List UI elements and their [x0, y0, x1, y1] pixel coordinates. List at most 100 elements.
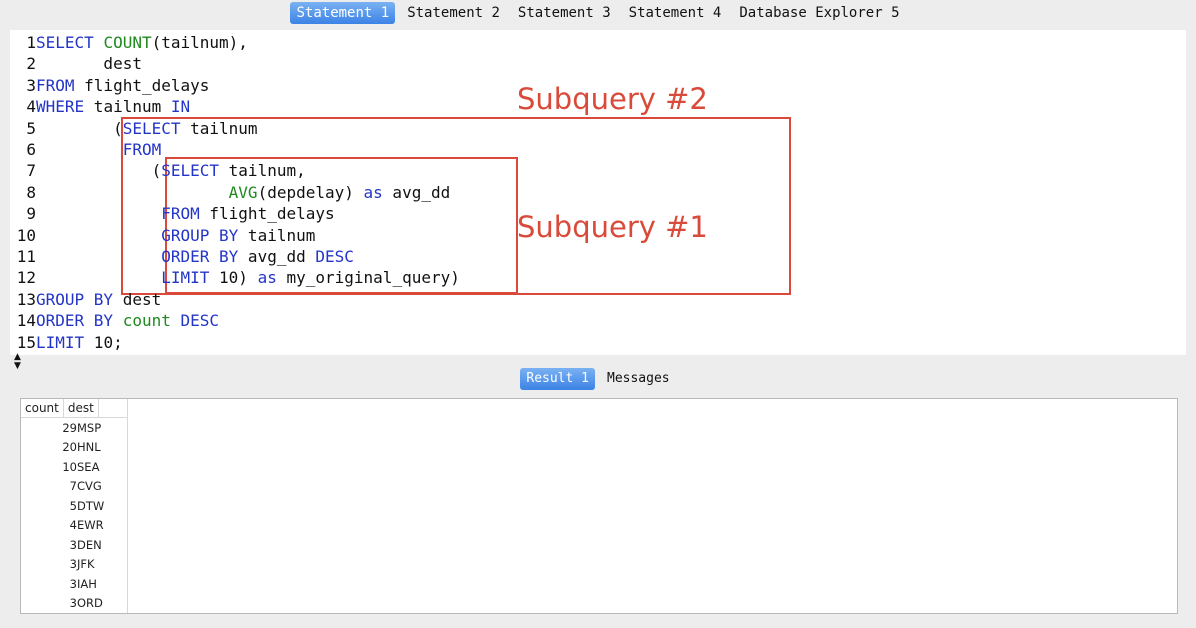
line-number: 6 [26, 140, 36, 159]
sql-text: flight_delays [199, 204, 335, 224]
cell-dest: CVG [77, 479, 102, 494]
statement-tab-strip: Statement 1 Statement 2 Statement 3 Stateme… [0, 0, 1196, 26]
sql-text: dest [113, 289, 162, 309]
sql-keyword: DESC [180, 311, 220, 331]
code-line: 12 LIMIT 10) as my_original_query) [10, 267, 460, 288]
table-row[interactable]: 29 MSP [21, 418, 127, 438]
sql-keyword: SELECT [161, 161, 220, 181]
cell-count: 4 [69, 518, 77, 533]
line-number: 12 [16, 268, 36, 288]
sql-keyword: as [257, 268, 277, 288]
code-line: 10 GROUP BY tailnum [10, 225, 316, 246]
table-row[interactable]: 4 EWR [21, 516, 127, 536]
cell-count: 3 [69, 596, 77, 611]
code-line: 15LIMIT 10; [10, 332, 123, 353]
sql-text: flight_delays [74, 75, 210, 95]
code-line: 11 ORDER BY avg_dd DESC [10, 246, 354, 267]
code-line: 5 (SELECT tailnum [10, 118, 258, 139]
grid-divider [127, 399, 128, 613]
tab-statement-1[interactable]: Statement 1 [290, 2, 396, 24]
sql-text: avg_dd [238, 247, 316, 266]
line-number: 10 [16, 225, 36, 245]
sql-text: tailnum [84, 97, 171, 117]
table-row[interactable]: 5 DTW [21, 496, 127, 516]
sql-keyword: LIMIT [161, 268, 210, 288]
line-number: 2 [26, 54, 36, 74]
table-row[interactable]: 7 CVG [21, 477, 127, 497]
code-line: 2 dest [10, 53, 142, 74]
table-row[interactable]: 3 JFK [21, 555, 127, 575]
column-header-count[interactable]: count [21, 399, 64, 417]
table-row[interactable]: 20 HNL [21, 438, 127, 458]
code-line: 13GROUP BY dest [10, 289, 162, 310]
sql-text: 10; [84, 332, 123, 352]
cell-count: 7 [69, 479, 77, 494]
line-number: 9 [26, 204, 36, 224]
sql-keyword: FROM [36, 75, 75, 95]
column-header-dest[interactable]: dest [64, 399, 99, 417]
cell-dest: DTW [77, 498, 105, 513]
sql-keyword: FROM [122, 140, 162, 159]
tab-statement-3[interactable]: Statement 3 [512, 2, 617, 24]
table-row[interactable]: 3 IAH [21, 574, 127, 594]
tab-statement-2[interactable]: Statement 2 [401, 2, 506, 24]
sql-keyword: ORDER BY [36, 311, 114, 331]
subquery-2-label: Subquery #2 [517, 82, 708, 116]
sql-function: count [122, 311, 171, 331]
sql-text: dest [36, 54, 142, 74]
cell-dest: HNL [77, 440, 101, 455]
table-row[interactable]: 3 DEN [21, 535, 127, 555]
sql-text: tailnum [238, 225, 316, 245]
sql-keyword: IN [170, 97, 191, 117]
result-tab-bar: Result 1 Messages [520, 368, 675, 390]
table-row[interactable]: 10 SEA [21, 457, 127, 477]
cell-count: 3 [69, 576, 77, 591]
line-number: 5 [26, 118, 36, 138]
table-row[interactable]: 3 ORD [21, 594, 127, 614]
cell-count: 20 [62, 440, 77, 455]
code-line: 8 AVG(depdelay) as avg_dd [10, 182, 450, 203]
tab-bar: Statement 1 Statement 2 Statement 3 Stateme… [290, 2, 905, 24]
tab-statement-5[interactable]: Database Explorer 5 [733, 2, 905, 24]
result-table: count dest 29 MSP 20 HNL 10 SEA 7 CVG 5 DTW 4 EWR 3 DEN… [21, 399, 127, 613]
cell-count: 29 [62, 420, 77, 435]
tab-statement-4[interactable]: Statement 4 [623, 2, 728, 24]
sql-text: avg_dd [382, 182, 451, 202]
cell-count: 10 [62, 459, 77, 474]
line-number: 8 [26, 182, 36, 202]
subquery-1-label: Subquery #1 [517, 210, 708, 244]
code-line: 9 FROM flight_delays [10, 203, 335, 224]
code-line: 1SELECT COUNT(tailnum), [10, 32, 248, 53]
line-number: 13 [16, 289, 36, 309]
result-tab-strip: Result 1 Messages [0, 368, 1196, 390]
line-number: 15 [16, 332, 36, 352]
result-grid[interactable]: count dest 29 MSP 20 HNL 10 SEA 7 CVG 5 DTW 4 EWR 3 DEN… [20, 398, 1178, 614]
tab-result-1[interactable]: Result 1 [520, 368, 595, 390]
code-line: 3FROM flight_delays [10, 75, 209, 96]
tab-messages[interactable]: Messages [601, 368, 676, 390]
sql-keyword: WHERE [36, 97, 85, 117]
line-number: 14 [16, 311, 36, 331]
sql-text: ( [36, 118, 123, 138]
sql-text: tailnum [180, 118, 258, 138]
cell-count: 3 [69, 537, 77, 552]
code-line: 7 (SELECT tailnum, [10, 160, 305, 181]
grid-header: count dest [21, 399, 127, 418]
sql-text: ( [36, 161, 162, 181]
sql-text: 10) [209, 268, 258, 288]
sql-function: AVG [228, 182, 258, 202]
cell-dest: ORD [77, 596, 103, 611]
sql-text: my_original_query) [276, 268, 460, 288]
sql-text: (tailnum), [151, 33, 248, 52]
cell-count: 5 [69, 498, 77, 513]
cell-dest: IAH [77, 576, 97, 591]
sql-function: COUNT [103, 33, 152, 52]
sql-editor[interactable]: Subquery #2 Subquery #1 1SELECT COUNT(ta… [10, 30, 1186, 355]
code-line: 14ORDER BY count DESC [10, 310, 219, 331]
cell-dest: MSP [77, 420, 102, 435]
